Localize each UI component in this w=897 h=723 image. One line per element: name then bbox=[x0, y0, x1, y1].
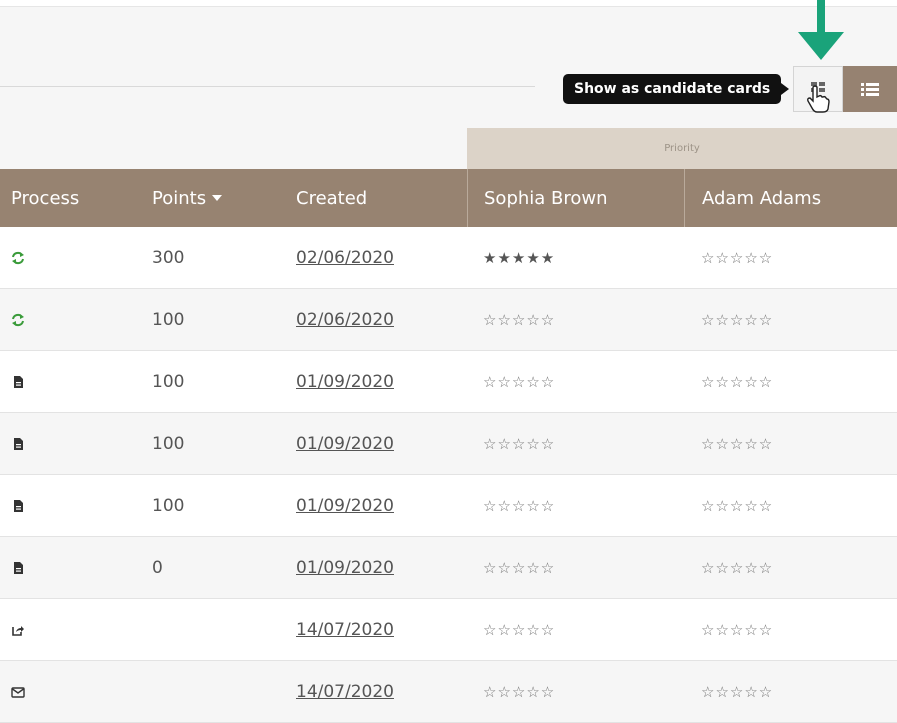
process-cell bbox=[0, 437, 137, 451]
points-cell: 300 bbox=[152, 247, 185, 268]
column-header-process[interactable]: Process bbox=[0, 169, 137, 227]
created-cell: 01/09/2020 bbox=[280, 558, 467, 578]
star-rating-input[interactable]: ☆☆☆☆☆ bbox=[701, 249, 773, 267]
created-date-link[interactable]: 01/09/2020 bbox=[296, 372, 394, 392]
created-date-link[interactable]: 02/06/2020 bbox=[296, 310, 394, 330]
process-cell bbox=[0, 499, 137, 513]
process-cell bbox=[0, 623, 137, 637]
created-cell: 01/09/2020 bbox=[280, 434, 467, 454]
table-row[interactable]: 100 01/09/2020 ☆☆☆☆☆ ☆☆☆☆☆ bbox=[0, 351, 897, 413]
star-rating-input[interactable]: ☆☆☆☆☆ bbox=[483, 373, 555, 391]
rating-adam: ☆☆☆☆☆ bbox=[684, 311, 897, 329]
points-cell: 100 bbox=[152, 309, 185, 330]
rating-adam: ☆☆☆☆☆ bbox=[684, 435, 897, 453]
document-icon bbox=[14, 375, 23, 388]
created-cell: 02/06/2020 bbox=[280, 248, 467, 268]
column-header-created[interactable]: Created bbox=[280, 169, 467, 227]
sort-descending-icon bbox=[212, 195, 223, 201]
created-date-link[interactable]: 02/06/2020 bbox=[296, 248, 394, 268]
star-rating-input[interactable]: ★★★★★ bbox=[483, 249, 555, 267]
star-rating-input[interactable]: ☆☆☆☆☆ bbox=[483, 559, 555, 577]
star-rating-input[interactable]: ☆☆☆☆☆ bbox=[483, 621, 555, 639]
sync-icon bbox=[12, 251, 24, 264]
process-cell bbox=[0, 251, 137, 265]
list-view-button[interactable] bbox=[843, 66, 897, 112]
table-header: Process Points Created Sophia Brown Adam… bbox=[0, 169, 897, 227]
list-icon bbox=[861, 83, 879, 96]
created-cell: 02/06/2020 bbox=[280, 310, 467, 330]
rating-adam: ☆☆☆☆☆ bbox=[684, 373, 897, 391]
rating-sophia: ☆☆☆☆☆ bbox=[467, 435, 684, 453]
created-date-link[interactable]: 14/07/2020 bbox=[296, 682, 394, 702]
table-row[interactable]: 14/07/2020 ☆☆☆☆☆ ☆☆☆☆☆ bbox=[0, 661, 897, 723]
star-rating-input[interactable]: ☆☆☆☆☆ bbox=[701, 435, 773, 453]
document-icon bbox=[14, 437, 23, 450]
rating-sophia: ☆☆☆☆☆ bbox=[467, 683, 684, 701]
created-date-link[interactable]: 01/09/2020 bbox=[296, 434, 394, 454]
table-row[interactable]: 100 01/09/2020 ☆☆☆☆☆ ☆☆☆☆☆ bbox=[0, 413, 897, 475]
rating-sophia: ☆☆☆☆☆ bbox=[467, 373, 684, 391]
priority-group-header: Priority bbox=[467, 128, 897, 169]
top-bar bbox=[0, 0, 897, 7]
created-cell: 14/07/2020 bbox=[280, 620, 467, 640]
column-header-points[interactable]: Points bbox=[137, 169, 280, 227]
points-cell: 100 bbox=[152, 433, 185, 454]
star-rating-input[interactable]: ☆☆☆☆☆ bbox=[483, 311, 555, 329]
process-cell bbox=[0, 685, 137, 699]
rating-adam: ☆☆☆☆☆ bbox=[684, 621, 897, 639]
star-rating-input[interactable]: ☆☆☆☆☆ bbox=[701, 621, 773, 639]
table-row[interactable]: 100 02/06/2020 ☆☆☆☆☆ ☆☆☆☆☆ bbox=[0, 289, 897, 351]
card-view-button[interactable] bbox=[793, 66, 843, 113]
document-icon bbox=[14, 499, 23, 512]
created-date-link[interactable]: 01/09/2020 bbox=[296, 496, 394, 516]
points-cell: 100 bbox=[152, 371, 185, 392]
column-header-adam-adams[interactable]: Adam Adams bbox=[684, 169, 897, 227]
rating-sophia: ☆☆☆☆☆ bbox=[467, 559, 684, 577]
arrow-down-icon bbox=[798, 0, 844, 60]
column-header-sophia-brown[interactable]: Sophia Brown bbox=[467, 169, 684, 227]
sync-icon bbox=[12, 313, 24, 326]
created-cell: 01/09/2020 bbox=[280, 496, 467, 516]
rating-adam: ☆☆☆☆☆ bbox=[684, 249, 897, 267]
table-row[interactable]: 300 02/06/2020 ★★★★★ ☆☆☆☆☆ bbox=[0, 227, 897, 289]
tooltip: Show as candidate cards bbox=[563, 74, 790, 104]
view-toggle bbox=[793, 66, 897, 113]
candidates-table: Process Points Created Sophia Brown Adam… bbox=[0, 169, 897, 723]
rating-adam: ☆☆☆☆☆ bbox=[684, 683, 897, 701]
star-rating-input[interactable]: ☆☆☆☆☆ bbox=[701, 311, 773, 329]
hand-cursor-icon bbox=[807, 85, 830, 113]
rating-sophia: ☆☆☆☆☆ bbox=[467, 621, 684, 639]
star-rating-input[interactable]: ☆☆☆☆☆ bbox=[701, 683, 773, 701]
points-cell: 100 bbox=[152, 495, 185, 516]
document-icon bbox=[14, 561, 23, 574]
star-rating-input[interactable]: ☆☆☆☆☆ bbox=[483, 435, 555, 453]
star-rating-input[interactable]: ☆☆☆☆☆ bbox=[701, 559, 773, 577]
table-row[interactable]: 14/07/2020 ☆☆☆☆☆ ☆☆☆☆☆ bbox=[0, 599, 897, 661]
star-rating-input[interactable]: ☆☆☆☆☆ bbox=[483, 683, 555, 701]
divider-line bbox=[0, 86, 535, 87]
created-cell: 01/09/2020 bbox=[280, 372, 467, 392]
envelope-icon bbox=[11, 686, 25, 698]
points-cell: 0 bbox=[152, 557, 163, 578]
process-cell bbox=[0, 375, 137, 389]
table-row[interactable]: 0 01/09/2020 ☆☆☆☆☆ ☆☆☆☆☆ bbox=[0, 537, 897, 599]
rating-sophia: ★★★★★ bbox=[467, 249, 684, 267]
process-cell bbox=[0, 561, 137, 575]
rating-sophia: ☆☆☆☆☆ bbox=[467, 311, 684, 329]
created-cell: 14/07/2020 bbox=[280, 682, 467, 702]
share-icon bbox=[12, 625, 24, 636]
rating-adam: ☆☆☆☆☆ bbox=[684, 497, 897, 515]
process-cell bbox=[0, 313, 137, 327]
rating-sophia: ☆☆☆☆☆ bbox=[467, 497, 684, 515]
star-rating-input[interactable]: ☆☆☆☆☆ bbox=[701, 497, 773, 515]
star-rating-input[interactable]: ☆☆☆☆☆ bbox=[701, 373, 773, 391]
star-rating-input[interactable]: ☆☆☆☆☆ bbox=[483, 497, 555, 515]
rating-adam: ☆☆☆☆☆ bbox=[684, 559, 897, 577]
created-date-link[interactable]: 01/09/2020 bbox=[296, 558, 394, 578]
table-row[interactable]: 100 01/09/2020 ☆☆☆☆☆ ☆☆☆☆☆ bbox=[0, 475, 897, 537]
created-date-link[interactable]: 14/07/2020 bbox=[296, 620, 394, 640]
